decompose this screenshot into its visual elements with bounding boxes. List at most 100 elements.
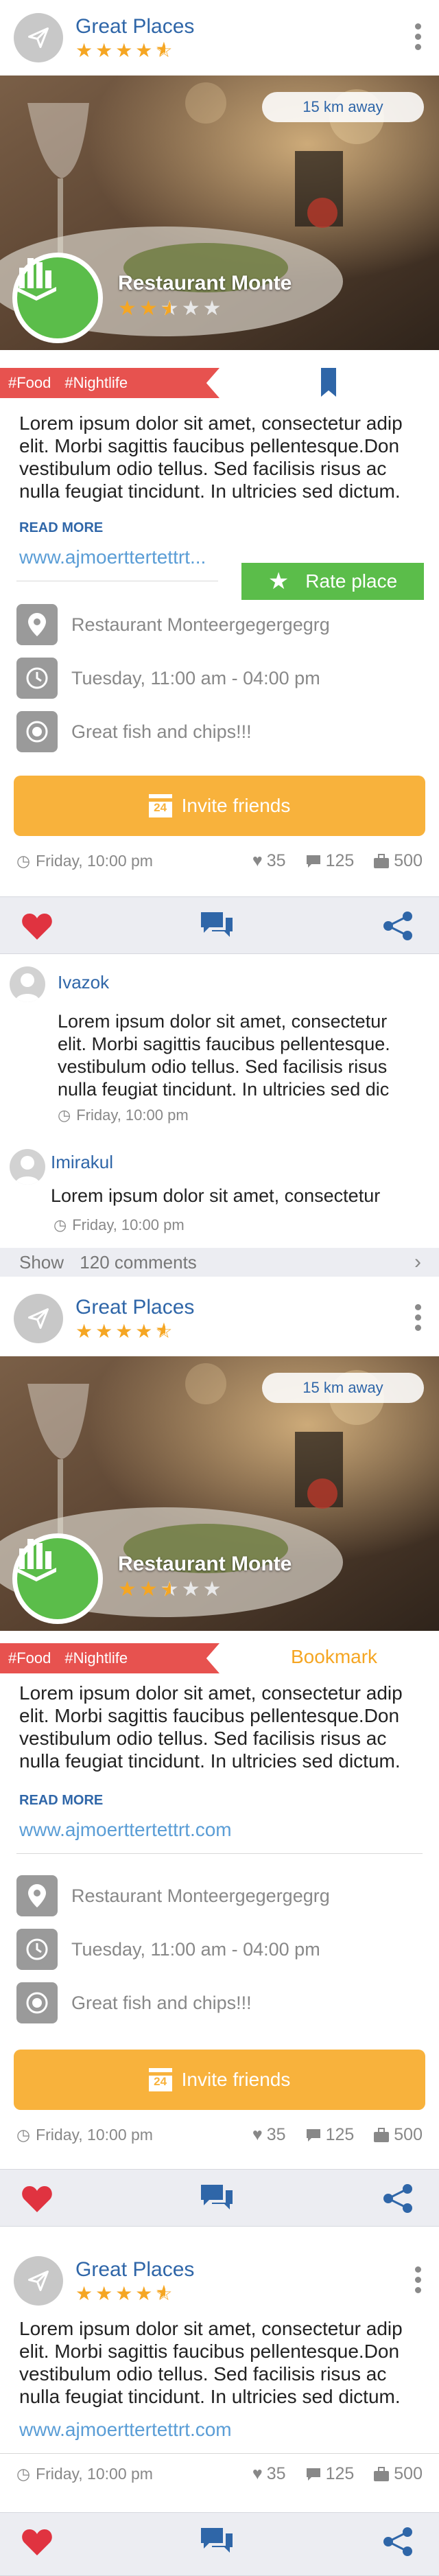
paper-plane-icon[interactable]: [14, 2256, 63, 2306]
place-rating-stars: ★★★★☆★: [75, 1321, 176, 1342]
heart-icon: ♥: [252, 2464, 263, 2483]
paper-plane-icon[interactable]: [14, 1294, 63, 1343]
website-link[interactable]: www.ajmoerttertettrt.com: [19, 1819, 232, 1841]
stats-row: ◷ Friday, 10:00 pm ♥ 35 125 500: [16, 2464, 423, 2484]
attending-count[interactable]: 500: [373, 2464, 423, 2484]
target-icon: [16, 1982, 58, 2023]
heart-icon[interactable]: [10, 2170, 64, 2227]
heart-icon[interactable]: [10, 897, 64, 955]
tag-nightlife[interactable]: #Nightlife: [64, 1643, 128, 1673]
place-title[interactable]: Great Places: [75, 2258, 194, 2282]
tag-nightlife[interactable]: #Nightlife: [64, 368, 128, 398]
invite-friends-button[interactable]: 24 Invite friends: [14, 2050, 425, 2110]
attending-count[interactable]: 500: [373, 851, 423, 871]
address-row[interactable]: Restaurant Monteergegergegrg: [16, 1875, 330, 1916]
avatar[interactable]: [10, 966, 45, 1002]
share-icon[interactable]: [370, 2513, 425, 2571]
description-text: Lorem ipsum dolor sit amet, consectetur …: [19, 413, 403, 502]
clock-icon: ◷: [58, 1106, 71, 1124]
share-icon[interactable]: [370, 897, 425, 955]
target-icon: [16, 711, 58, 752]
chevron-right-icon: ›: [414, 1251, 421, 1273]
likes-count[interactable]: ♥ 35: [252, 2464, 286, 2484]
hours-row: Tuesday, 11:00 am - 04:00 pm: [16, 658, 320, 699]
action-bar: [0, 2169, 439, 2227]
place-title[interactable]: Great Places: [75, 1296, 194, 1319]
place-rating-stars: ★★★★☆★: [75, 2283, 176, 2304]
heart-icon: ♥: [252, 851, 263, 870]
address-text: Restaurant Monteergegergegrg: [71, 614, 330, 635]
hours-text: Tuesday, 11:00 am - 04:00 pm: [71, 1938, 320, 1960]
show-comments-link[interactable]: Show 120 comments ›: [0, 1248, 439, 1277]
divider: [0, 2453, 439, 2454]
divider: [16, 1853, 423, 1854]
clock-icon: ◷: [16, 852, 31, 870]
attending-count[interactable]: 500: [373, 2125, 423, 2145]
more-vertical-icon[interactable]: [415, 1304, 421, 1331]
note-text: Great fish and chips!!!: [71, 721, 252, 742]
more-vertical-icon[interactable]: [415, 2266, 421, 2293]
comments-count[interactable]: 125: [305, 851, 354, 871]
comments-count[interactable]: 125: [305, 2125, 354, 2145]
website-link[interactable]: www.ajmoerttertettrt.com: [19, 2419, 232, 2441]
star-icon: ★: [268, 568, 289, 594]
invite-friends-button[interactable]: 24 Invite friends: [14, 776, 425, 836]
event-time: ◷ Friday, 10:00 pm: [16, 852, 153, 870]
restaurant-name[interactable]: Restaurant Monte: [118, 272, 292, 295]
read-more-link[interactable]: READ MORE: [19, 1793, 103, 1809]
comment-author[interactable]: Imirakul: [51, 1152, 113, 1173]
comments-count[interactable]: 125: [305, 2464, 354, 2484]
rate-place-button[interactable]: ★ Rate place: [241, 563, 424, 600]
restaurant-name[interactable]: Restaurant Monte: [118, 1553, 292, 1576]
chat-bubble-icon: [306, 855, 320, 868]
comment-author[interactable]: Ivazok: [58, 972, 109, 993]
chat-bubble-icon: [306, 2468, 320, 2481]
calendar-icon: 24: [148, 794, 172, 817]
briefcase-icon: [374, 853, 390, 868]
action-bar: [0, 896, 439, 954]
tag-food[interactable]: #Food: [8, 1643, 51, 1673]
tag-ribbon: #Food #Nightlife: [0, 1643, 220, 1673]
briefcase-icon: [374, 2466, 390, 2481]
heart-icon[interactable]: [10, 2513, 64, 2571]
city-buildings-icon: [12, 253, 103, 343]
tag-food[interactable]: #Food: [8, 368, 51, 398]
description-text: Lorem ipsum dolor sit amet, consectetur …: [19, 1682, 403, 1772]
comment-text: Lorem ipsum dolor sit amet, consectetur: [51, 1185, 381, 1206]
rate-place-label: Rate place: [305, 570, 398, 592]
note-row: Great fish and chips!!!: [16, 1982, 252, 2023]
comment-text: Lorem ipsum dolor sit amet, consectetur …: [58, 1011, 390, 1100]
comment-time: ◷ Friday, 10:00 pm: [54, 1216, 185, 1233]
read-more-link[interactable]: READ MORE: [19, 520, 103, 536]
avatar[interactable]: [10, 1149, 45, 1185]
distance-label: 15 km away: [262, 92, 424, 122]
chat-bubble-icon[interactable]: [189, 897, 244, 955]
website-link[interactable]: www.ajmoerttertettrt...: [19, 546, 225, 568]
chat-bubble-icon[interactable]: [189, 2513, 244, 2571]
share-icon[interactable]: [370, 2170, 425, 2227]
briefcase-icon: [374, 2127, 390, 2142]
map-pin-icon: [16, 1875, 58, 1916]
paper-plane-icon[interactable]: [14, 13, 63, 62]
bookmark-button[interactable]: Bookmark: [291, 1646, 377, 1668]
event-time: ◷ Friday, 10:00 pm: [16, 2465, 153, 2483]
more-vertical-icon[interactable]: [415, 23, 421, 50]
bookmark-ribbon-icon[interactable]: [321, 368, 336, 397]
description-text: Lorem ipsum dolor sit amet, consectetur …: [19, 2318, 403, 2407]
invite-friends-label: Invite friends: [181, 795, 291, 816]
clock-icon: ◷: [16, 2126, 31, 2144]
note-row: Great fish and chips!!!: [16, 711, 252, 752]
card-header: Great Places ★★★★☆★: [0, 1281, 439, 1356]
map-pin-icon: [16, 604, 58, 645]
heart-icon: ♥: [252, 2125, 263, 2144]
stats-row: ◷ Friday, 10:00 pm ♥ 35 125 500: [16, 2125, 423, 2145]
place-title[interactable]: Great Places: [75, 15, 194, 38]
restaurant-rating-stars: ★★★★★★: [118, 1578, 224, 1601]
address-row[interactable]: Restaurant Monteergegergegrg: [16, 604, 330, 645]
likes-count[interactable]: ♥ 35: [252, 2125, 286, 2145]
restaurant-rating-stars: ★★★★★★: [118, 297, 224, 321]
address-text: Restaurant Monteergegergegrg: [71, 1885, 330, 1906]
chat-bubble-icon[interactable]: [189, 2170, 244, 2227]
clock-icon: [16, 1929, 58, 1970]
likes-count[interactable]: ♥ 35: [252, 851, 286, 871]
